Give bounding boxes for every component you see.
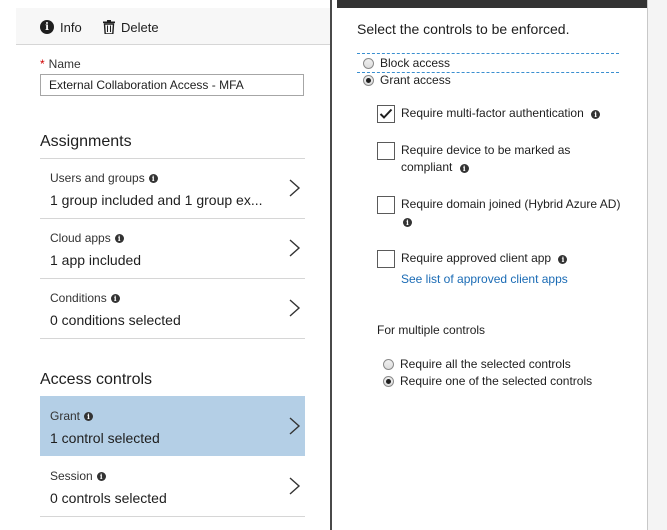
info-icon: i (459, 164, 469, 173)
info-icon: i (558, 255, 568, 264)
command-bar: i Info Delete (16, 8, 330, 45)
require-compliant-device-label-line1: Require device to be marked as (401, 143, 571, 157)
access-controls-heading: Access controls (40, 371, 153, 388)
grant-access-label: Grant access (380, 73, 451, 87)
checkbox-icon (377, 142, 395, 160)
info-icon: i (591, 110, 601, 119)
require-compliant-device-label-line2: compliant (401, 160, 453, 174)
conditions-label: Conditions (50, 291, 107, 305)
chevron-right-icon (289, 239, 301, 257)
assignments-bottom-divider (40, 338, 305, 339)
multiple-controls-label: For multiple controls (377, 323, 486, 337)
grant-panel-heading: Select the controls to be enforced. (357, 21, 570, 37)
require-compliant-device-text: Require device to be marked as compliant… (401, 142, 570, 176)
grant-access-radio[interactable]: Grant access (363, 73, 451, 87)
cloud-apps-label: Cloud apps (50, 231, 111, 245)
cloud-apps-row[interactable]: Cloud apps i 1 app included (40, 218, 305, 278)
require-one-control-radio[interactable]: Require one of the selected controls (383, 374, 592, 388)
chevron-right-icon (289, 417, 301, 435)
info-icon: i (148, 173, 158, 183)
blade-divider (330, 0, 332, 530)
info-icon: i (110, 293, 120, 303)
chevron-right-icon (289, 299, 301, 317)
conditions-row[interactable]: Conditions i 0 conditions selected (40, 278, 305, 338)
radio-button-icon (383, 358, 394, 370)
radio-button-icon (363, 57, 374, 69)
grant-label-wrap: Grant i (50, 409, 94, 423)
scroll-gutter (648, 0, 667, 530)
policy-blade: i Info Delete *Name Assignments Users an… (0, 0, 330, 530)
name-label: * Name (40, 57, 81, 71)
checkbox-icon (377, 250, 395, 268)
cloud-apps-label-wrap: Cloud apps i (50, 231, 124, 245)
users-and-groups-value: 1 group included and 1 group ex... (50, 192, 263, 208)
require-domain-joined-label: Require domain joined (Hybrid Azure AD) (401, 197, 621, 211)
radio-button-selected-icon (363, 74, 374, 86)
info-icon: i (40, 20, 54, 34)
users-and-groups-label: Users and groups (50, 171, 145, 185)
info-icon: i (114, 233, 124, 243)
approved-client-apps-link[interactable]: See list of approved client apps (401, 272, 568, 286)
info-button[interactable]: i Info (40, 18, 82, 36)
session-label: Session (50, 469, 93, 483)
users-and-groups-label-wrap: Users and groups i (50, 171, 158, 185)
top-strip-right (337, 0, 647, 8)
block-access-label: Block access (380, 56, 451, 70)
assignments-heading: Assignments (40, 133, 132, 150)
policy-name-input[interactable] (40, 74, 304, 96)
require-mfa-checkbox[interactable]: Require multi-factor authentication i (377, 105, 601, 123)
require-approved-app-label: Require approved client app (401, 251, 552, 265)
checkmark-icon (379, 108, 393, 119)
info-button-label: Info (60, 19, 82, 35)
require-mfa-label: Require multi-factor authentication (401, 106, 584, 120)
session-label-wrap: Session i (50, 469, 106, 483)
require-compliant-device-checkbox[interactable]: Require device to be marked as compliant… (377, 142, 570, 176)
chevron-right-icon (289, 477, 301, 495)
conditions-label-wrap: Conditions i (50, 291, 120, 305)
conditions-value: 0 conditions selected (50, 312, 181, 328)
name-label-text: Name (48, 57, 81, 71)
session-row[interactable]: Session i 0 controls selected (40, 456, 305, 516)
delete-button-label: Delete (121, 19, 159, 35)
grant-label: Grant (50, 409, 81, 423)
checkbox-checked-icon (377, 105, 395, 123)
require-mfa-text: Require multi-factor authentication i (401, 105, 601, 122)
session-value: 0 controls selected (50, 490, 167, 506)
users-and-groups-row[interactable]: Users and groups i 1 group included and … (40, 158, 305, 218)
access-controls-bottom-divider (40, 516, 305, 517)
checkbox-icon (377, 196, 395, 214)
require-domain-joined-text: Require domain joined (Hybrid Azure AD) … (401, 196, 620, 230)
require-approved-app-checkbox[interactable]: Require approved client app i (377, 250, 568, 268)
trash-icon (103, 20, 115, 34)
grant-row[interactable]: Grant i 1 control selected (40, 396, 305, 456)
require-all-controls-label: Require all the selected controls (400, 357, 571, 371)
info-icon: i (84, 411, 94, 421)
cloud-apps-value: 1 app included (50, 252, 142, 268)
grant-value: 1 control selected (50, 430, 160, 446)
delete-button[interactable]: Delete (103, 18, 159, 36)
chevron-right-icon (289, 179, 301, 197)
info-icon: i (96, 471, 106, 481)
require-domain-joined-checkbox[interactable]: Require domain joined (Hybrid Azure AD) … (377, 196, 620, 230)
require-one-control-label: Require one of the selected controls (400, 374, 593, 388)
radio-button-selected-icon (383, 375, 394, 387)
info-icon: i (403, 218, 412, 227)
block-access-radio[interactable]: Block access (363, 56, 450, 70)
require-approved-app-text: Require approved client app i (401, 250, 568, 267)
require-all-controls-radio[interactable]: Require all the selected controls (383, 357, 571, 371)
required-marker: * (40, 57, 45, 71)
